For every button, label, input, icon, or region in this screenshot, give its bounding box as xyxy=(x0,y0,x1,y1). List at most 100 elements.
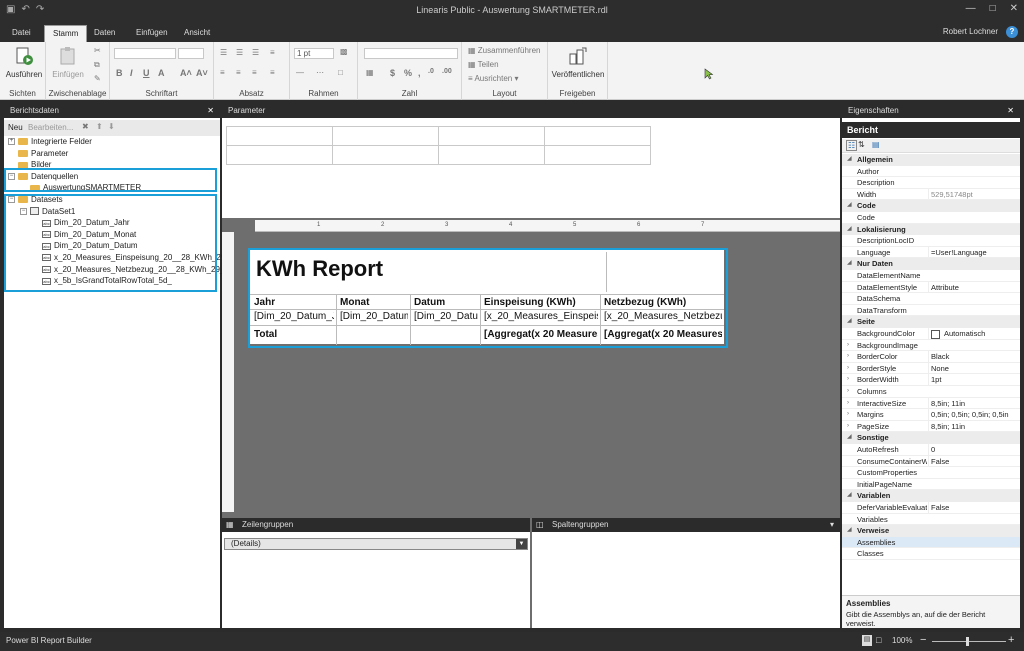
publish-button[interactable]: Veröffentlichen xyxy=(550,46,606,79)
align-top-icon[interactable]: ☰ xyxy=(220,48,227,57)
chevron-down-icon[interactable]: ▼ xyxy=(516,539,527,549)
property-row[interactable]: Assemblies xyxy=(842,536,1020,549)
parameter-pane[interactable] xyxy=(222,118,840,218)
property-row[interactable]: AutoRefresh 0 xyxy=(842,444,1020,456)
property-category[interactable]: ◢ Seite xyxy=(842,316,1020,328)
property-row[interactable]: Width 529,51748pt xyxy=(842,188,1020,201)
property-pages-icon[interactable]: ▤ xyxy=(872,140,880,149)
align-button[interactable]: ≡ Ausrichten ▾ xyxy=(468,74,519,83)
maximize-icon[interactable]: □ xyxy=(990,3,996,14)
parameter-grid[interactable] xyxy=(226,126,651,165)
merge-button[interactable]: ▦ Zusammenführen xyxy=(468,46,540,55)
property-row[interactable]: DataElementName xyxy=(842,270,1020,282)
property-row[interactable]: Author xyxy=(842,166,1020,178)
property-row[interactable]: DataElementStyle Attribute xyxy=(842,281,1020,294)
property-category[interactable]: ◢ Verweise xyxy=(842,525,1020,537)
property-row[interactable]: Language =User!Language xyxy=(842,246,1020,259)
property-row[interactable]: Variables xyxy=(842,514,1020,526)
tree-item[interactable]: Parameter xyxy=(6,148,68,160)
placeholder-icon[interactable]: ▦ xyxy=(366,68,374,77)
property-value[interactable]: 529,51748pt xyxy=(928,188,1018,201)
align-left-icon[interactable]: ≡ xyxy=(220,68,225,77)
property-category[interactable]: ◢ Allgemein xyxy=(842,154,1020,166)
tree-item[interactable]: + Integrierte Felder xyxy=(6,136,92,148)
run-button[interactable]: Ausführen xyxy=(4,46,44,79)
tab-daten[interactable]: Daten xyxy=(86,25,123,42)
property-row[interactable]: › BorderColor Black xyxy=(842,351,1020,363)
format-painter-icon[interactable]: ✎ xyxy=(94,74,101,83)
property-row[interactable]: InitialPageName xyxy=(842,479,1020,491)
paste-button[interactable]: Einfügen xyxy=(50,46,86,79)
property-category[interactable]: ◢ Code xyxy=(842,200,1020,212)
line-style-icon[interactable]: ⋯ xyxy=(316,68,324,77)
currency-button[interactable]: $ xyxy=(390,68,395,78)
alphabetical-icon[interactable]: ⇅ xyxy=(858,140,865,149)
border-style-icon[interactable]: — xyxy=(296,68,304,77)
expand-property-icon[interactable]: › xyxy=(847,351,849,363)
borders-icon[interactable]: □ xyxy=(338,68,343,77)
collapse-icon[interactable]: ◢ xyxy=(847,154,852,166)
property-value[interactable]: False xyxy=(928,502,1018,514)
align-middle-icon[interactable]: ☰ xyxy=(236,48,243,57)
italic-button[interactable]: I xyxy=(130,68,133,78)
property-row[interactable]: › PageSize 8,5in; 11in xyxy=(842,420,1020,433)
property-row[interactable]: DataTransform xyxy=(842,305,1020,317)
percent-button[interactable]: % xyxy=(404,68,412,78)
collapse-icon[interactable]: ◢ xyxy=(847,224,852,236)
minimize-icon[interactable]: — xyxy=(966,3,976,14)
tab-datei[interactable]: Datei xyxy=(4,25,39,42)
expand-property-icon[interactable]: › xyxy=(847,421,849,433)
tab-ansicht[interactable]: Ansicht xyxy=(176,25,218,42)
collapse-icon[interactable]: ◢ xyxy=(847,525,852,537)
property-value[interactable]: Black xyxy=(928,351,1018,363)
thousands-button[interactable]: , xyxy=(418,68,421,78)
border-color-icon[interactable]: ▩ xyxy=(340,47,348,56)
tab-einfuegen[interactable]: Einfügen xyxy=(128,25,176,42)
property-value[interactable]: Automatisch xyxy=(928,328,1018,340)
number-format-combo[interactable] xyxy=(364,48,458,59)
collapse-icon[interactable]: ◢ xyxy=(847,316,852,328)
bold-button[interactable]: B xyxy=(116,68,123,78)
expand-property-icon[interactable]: › xyxy=(847,340,849,352)
justify-icon[interactable]: ≡ xyxy=(270,68,275,77)
zoom-in-icon[interactable]: + xyxy=(1008,634,1014,646)
property-row[interactable]: › Margins 0,5in; 0,5in; 0,5in; 0,5in xyxy=(842,409,1020,421)
property-row[interactable]: › Columns xyxy=(842,386,1020,398)
help-icon[interactable]: ? xyxy=(1006,26,1018,38)
zoom-thumb[interactable] xyxy=(966,637,969,646)
property-category[interactable]: ◢ Sonstige xyxy=(842,432,1020,444)
property-category[interactable]: ◢ Nur Daten xyxy=(842,258,1020,270)
close-properties-icon[interactable]: ✕ xyxy=(1007,104,1014,118)
delete-icon[interactable]: ✖ xyxy=(82,122,89,131)
property-row[interactable]: Code xyxy=(842,212,1020,224)
list-icon[interactable]: ≡ xyxy=(270,48,275,57)
property-value[interactable]: 8,5in; 11in xyxy=(928,420,1018,433)
property-value[interactable]: 0 xyxy=(928,444,1018,456)
design-view-icon[interactable]: ▤ xyxy=(862,635,872,646)
border-width-combo[interactable]: 1 pt xyxy=(294,48,334,59)
property-category[interactable]: ◢ Lokalisierung xyxy=(842,223,1020,236)
collapse-icon[interactable]: ◢ xyxy=(847,200,852,212)
font-family-combo[interactable] xyxy=(114,48,176,59)
property-value[interactable]: None xyxy=(928,362,1018,375)
font-size-combo[interactable] xyxy=(178,48,204,59)
decrease-decimal-button[interactable]: .00 xyxy=(442,68,452,75)
collapse-icon[interactable]: ◢ xyxy=(847,258,852,270)
shrink-font-button[interactable]: A˅ xyxy=(196,68,208,78)
groups-menu-icon[interactable]: ▾ xyxy=(830,518,834,532)
align-center-icon[interactable]: ≡ xyxy=(236,68,241,77)
increase-decimal-button[interactable]: .0 xyxy=(428,68,434,75)
property-value[interactable]: False xyxy=(928,455,1018,468)
categorized-icon[interactable]: ☷ xyxy=(846,140,858,151)
property-row[interactable]: ConsumeContainerWhitespace False xyxy=(842,455,1020,468)
close-pane-icon[interactable]: ✕ xyxy=(207,104,214,118)
page-view-icon[interactable]: □ xyxy=(876,635,881,645)
property-row[interactable]: › InteractiveSize 8,5in; 11in xyxy=(842,397,1020,410)
property-value[interactable]: =User!Language xyxy=(928,246,1018,259)
edit-button[interactable]: Bearbeiten... xyxy=(28,123,73,132)
font-color-button[interactable]: A xyxy=(158,68,165,78)
property-row[interactable]: › BorderWidth 1pt xyxy=(842,374,1020,386)
property-row[interactable]: BackgroundColor Automatisch xyxy=(842,328,1020,340)
split-button[interactable]: ▦ Teilen xyxy=(468,60,499,69)
collapse-icon[interactable]: ◢ xyxy=(847,432,852,444)
